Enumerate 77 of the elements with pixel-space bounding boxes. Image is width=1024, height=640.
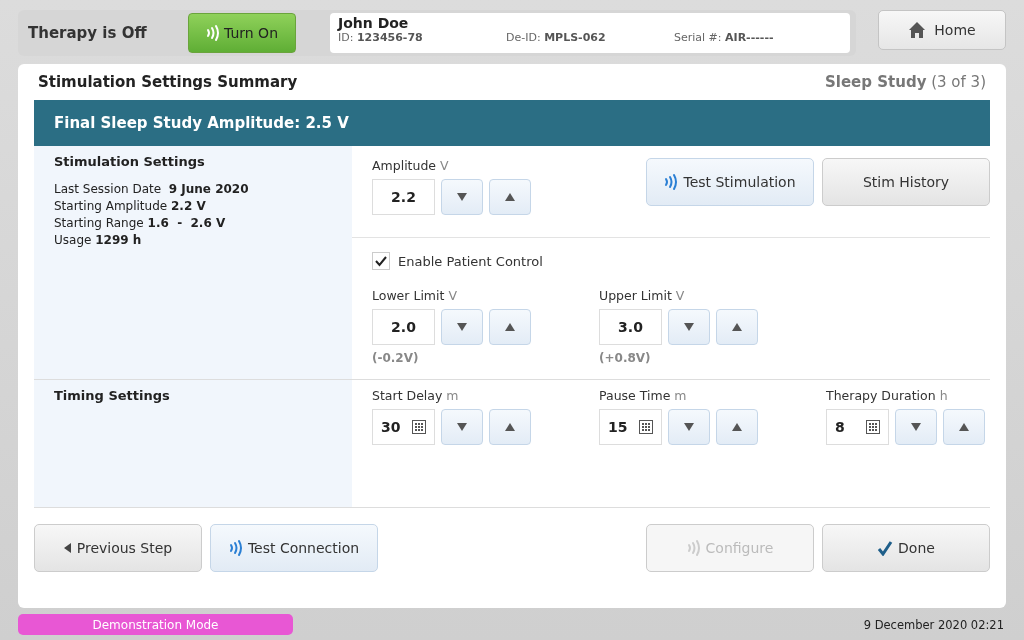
patient-field: De-ID: MPLS-062 xyxy=(506,31,674,44)
date-time: 9 December 2020 02:21 xyxy=(863,617,1004,632)
value-text: 15 xyxy=(608,419,628,435)
value-field[interactable]: 2.0 xyxy=(372,309,435,345)
keypad-icon xyxy=(412,420,426,434)
up-arrow-icon xyxy=(958,422,970,432)
previous-step-button[interactable]: Previous Step xyxy=(34,524,202,572)
down-arrow-icon xyxy=(456,192,468,202)
therapy-status: Therapy is Off xyxy=(28,24,148,42)
keypad-icon xyxy=(639,420,653,434)
value-field[interactable]: 2.2 xyxy=(372,179,435,215)
summary-line: Starting Range 1.6 - 2.6 V xyxy=(54,216,227,230)
wireless-icon xyxy=(664,173,679,191)
up-arrow-icon xyxy=(504,422,516,432)
checkmark-icon xyxy=(375,255,387,267)
up-arrow-icon xyxy=(504,322,516,332)
field-label: Upper Limit V xyxy=(599,288,686,303)
decrease-button[interactable] xyxy=(441,409,483,445)
stim-history-button[interactable]: Stim History xyxy=(822,158,990,206)
up-arrow-icon xyxy=(731,322,743,332)
step-indicator: Sleep Study (3 of 3) xyxy=(825,73,986,91)
increase-button[interactable] xyxy=(489,309,531,345)
delta-text: (+0.8V) xyxy=(599,351,652,365)
increase-button[interactable] xyxy=(943,409,985,445)
down-arrow-icon xyxy=(683,322,695,332)
test-connection-button[interactable]: Test Connection xyxy=(210,524,378,572)
up-arrow-icon xyxy=(504,192,516,202)
patient-name: John Doe xyxy=(338,15,410,31)
increase-button[interactable] xyxy=(489,179,531,215)
demo-mode-badge: Demonstration Mode xyxy=(18,614,293,635)
increase-button[interactable] xyxy=(716,409,758,445)
section-heading: Stimulation Settings xyxy=(54,154,206,169)
delta-text: (-0.2V) xyxy=(372,351,420,365)
field-label: Amplitude V xyxy=(372,158,450,173)
value-field[interactable]: 30 xyxy=(372,409,435,445)
summary-line: Last Session Date 9 June 2020 xyxy=(54,182,250,196)
amplitude-banner: Final Sleep Study Amplitude: 2.5 V xyxy=(34,100,990,146)
value-field[interactable]: 8 xyxy=(826,409,889,445)
value-text: 30 xyxy=(381,419,401,435)
value-field[interactable]: 15 xyxy=(599,409,662,445)
wireless-icon xyxy=(228,539,243,557)
panel-title: Stimulation Settings Summary xyxy=(38,73,298,91)
field-label: Start Delay m xyxy=(372,388,460,403)
decrease-button[interactable] xyxy=(895,409,937,445)
decrease-button[interactable] xyxy=(441,179,483,215)
left-arrow-icon xyxy=(63,543,72,553)
summary-line: Starting Amplitude 2.2 V xyxy=(54,199,207,213)
down-arrow-icon xyxy=(910,422,922,432)
up-arrow-icon xyxy=(731,422,743,432)
checkbox[interactable] xyxy=(372,252,390,270)
checkbox-label: Enable Patient Control xyxy=(398,253,543,269)
increase-button[interactable] xyxy=(716,309,758,345)
down-arrow-icon xyxy=(456,322,468,332)
patient-field: ID: 123456-78 xyxy=(338,31,506,44)
decrease-button[interactable] xyxy=(668,409,710,445)
checkmark-icon xyxy=(877,540,894,556)
patient-field: Serial #: AIR------ xyxy=(674,31,842,44)
value-text: 8 xyxy=(835,419,845,435)
down-arrow-icon xyxy=(456,422,468,432)
field-label: Therapy Duration h xyxy=(826,388,949,403)
decrease-button[interactable] xyxy=(668,309,710,345)
field-label: Lower Limit V xyxy=(372,288,458,303)
home-icon xyxy=(908,21,927,39)
test-stimulation-button[interactable]: Test Stimulation xyxy=(646,158,814,206)
home-button[interactable]: Home xyxy=(878,10,1006,50)
keypad-icon xyxy=(866,420,880,434)
section-heading: Timing Settings xyxy=(54,388,171,403)
wireless-icon xyxy=(686,539,701,557)
field-label: Pause Time m xyxy=(599,388,688,403)
summary-line: Usage 1299 h xyxy=(54,233,143,247)
done-button[interactable]: Done xyxy=(822,524,990,572)
wireless-icon xyxy=(206,24,220,42)
value-field[interactable]: 3.0 xyxy=(599,309,662,345)
decrease-button[interactable] xyxy=(441,309,483,345)
increase-button[interactable] xyxy=(489,409,531,445)
down-arrow-icon xyxy=(683,422,695,432)
turn-on-button[interactable]: Turn On xyxy=(188,13,296,53)
